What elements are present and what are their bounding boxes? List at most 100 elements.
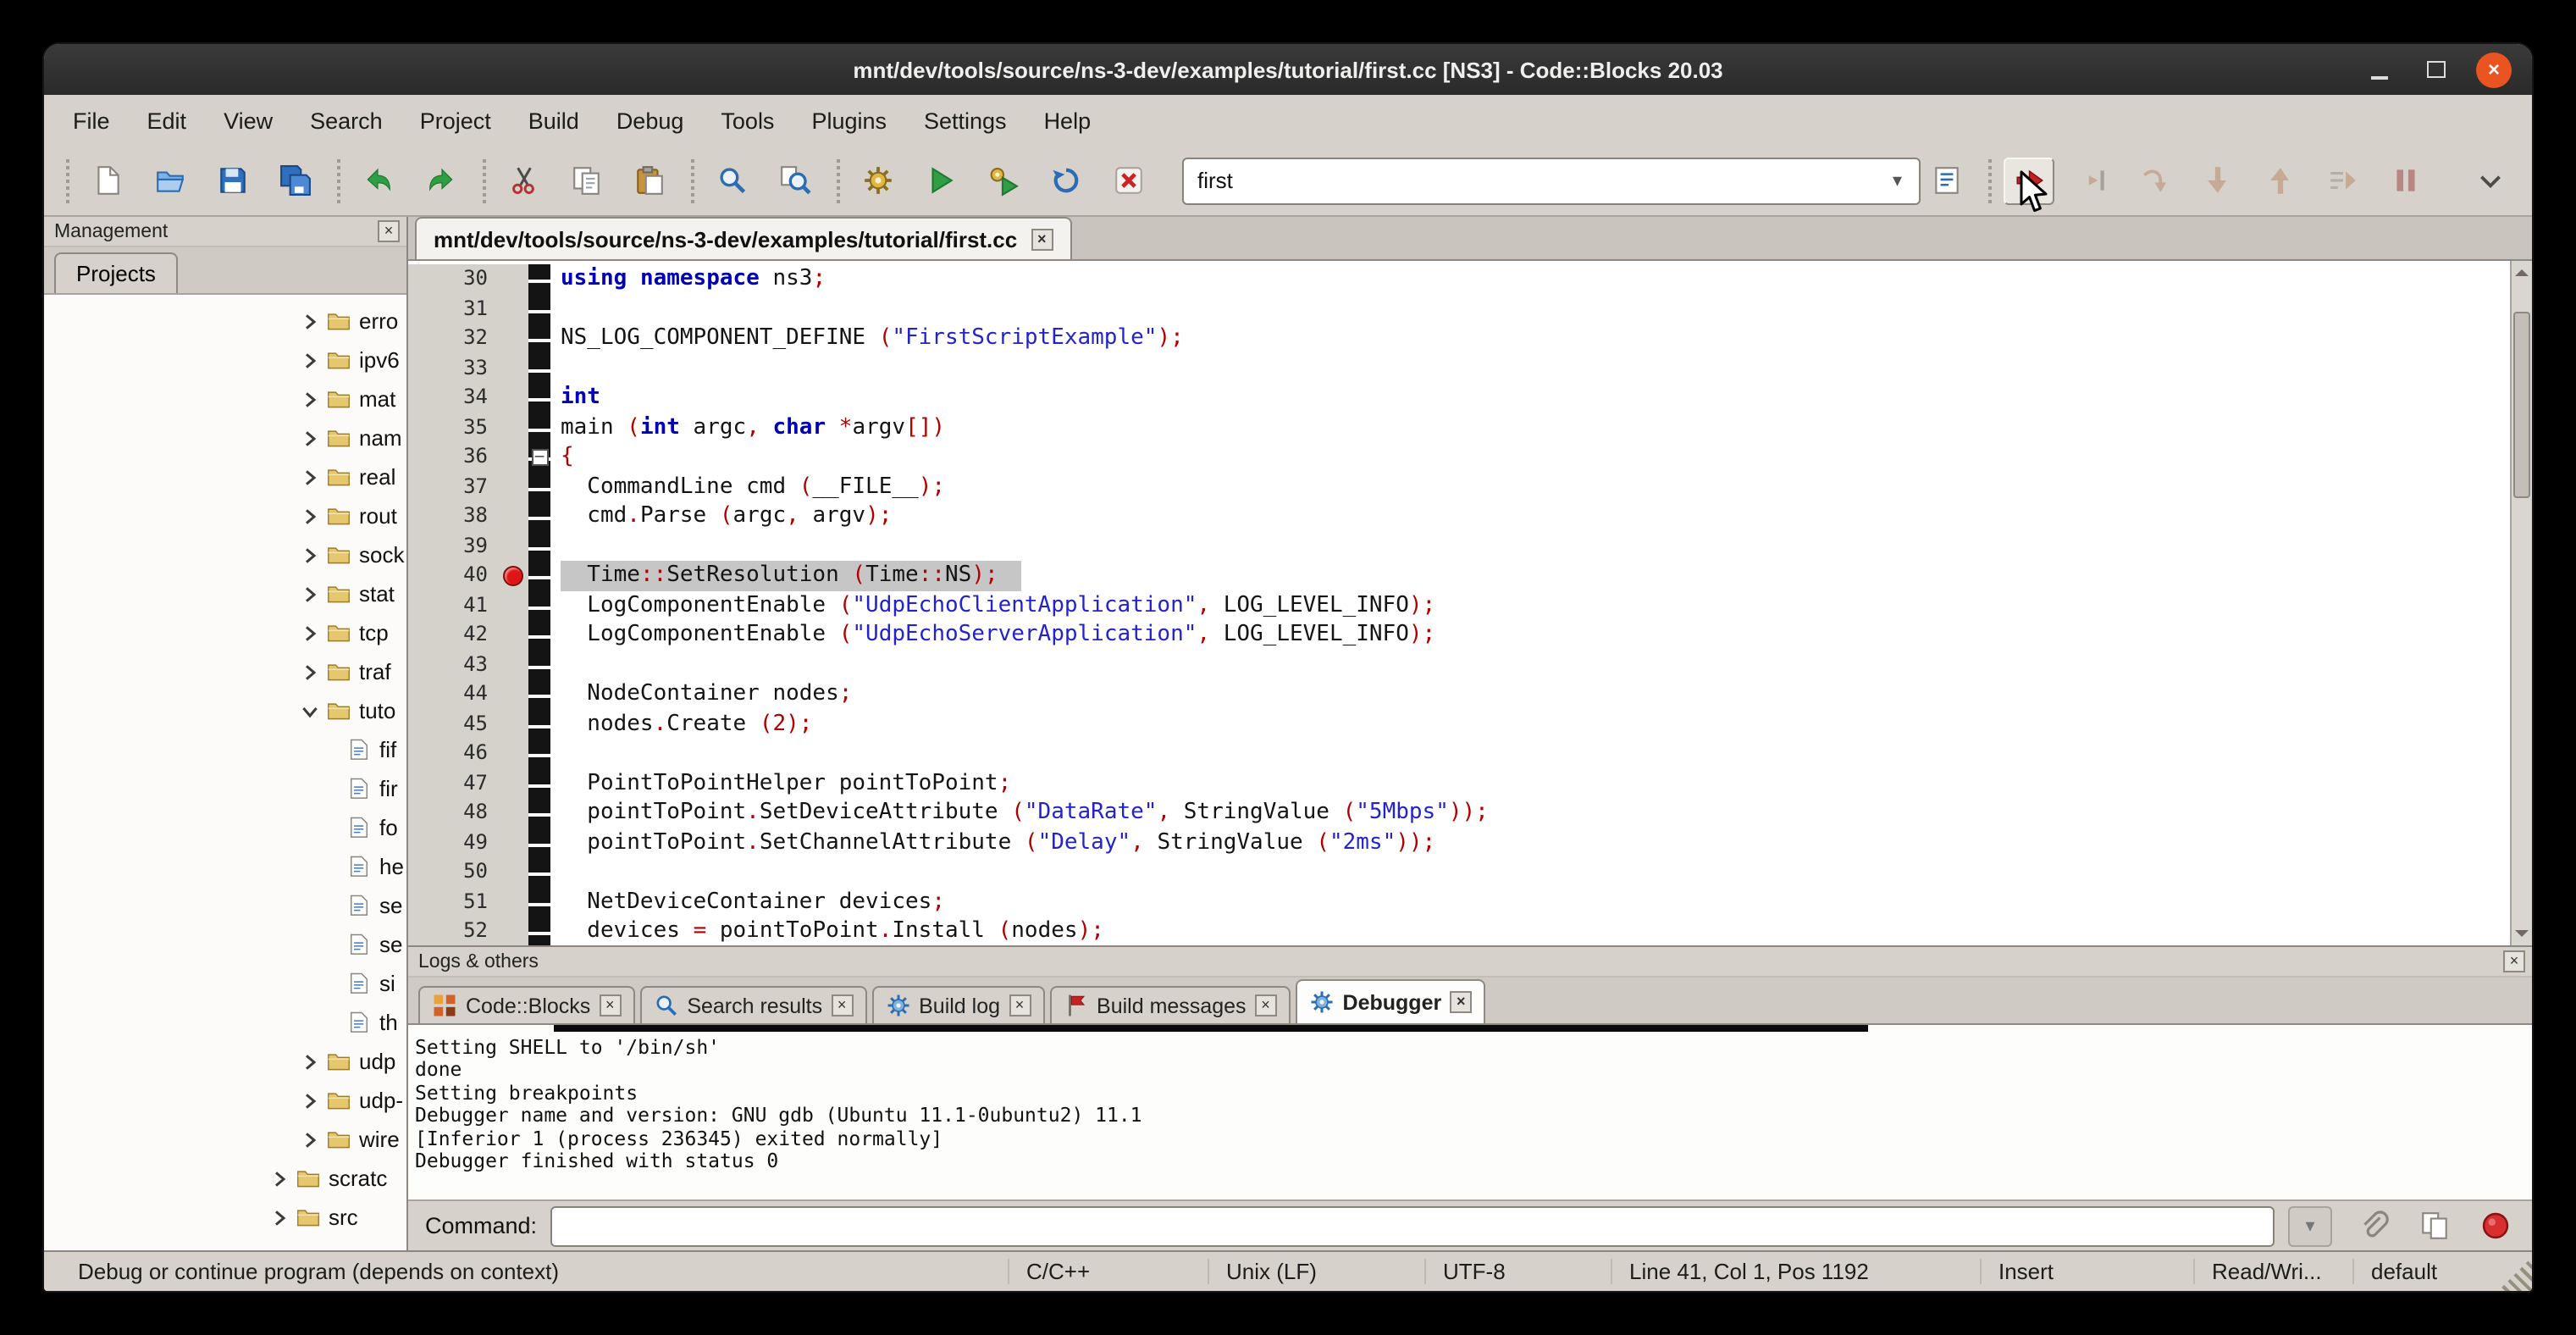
tree-item-sock[interactable]: sock xyxy=(44,535,406,574)
tree-item-fir[interactable]: fir xyxy=(44,769,406,808)
next-instruction-button[interactable] xyxy=(2317,157,2368,204)
breakpoint-margin[interactable] xyxy=(500,650,528,679)
menu-settings[interactable]: Settings xyxy=(905,95,1025,146)
tab-close-button[interactable]: × xyxy=(1009,994,1031,1016)
menu-view[interactable]: View xyxy=(205,95,291,146)
tree-item-se[interactable]: se xyxy=(44,925,406,964)
breakpoint-margin[interactable] xyxy=(500,620,528,650)
editor-tab-first-cc[interactable]: mnt/dev/tools/source/ns-3-dev/examples/t… xyxy=(415,217,1071,259)
breakpoint-margin[interactable] xyxy=(500,472,528,501)
tab-close-button[interactable]: × xyxy=(599,994,621,1016)
menu-plugins[interactable]: Plugins xyxy=(793,95,905,146)
code-text[interactable]: PointToPointHelper pointToPoint; xyxy=(550,768,1011,798)
new-file-button[interactable] xyxy=(81,157,132,204)
next-line-button[interactable] xyxy=(2129,157,2180,204)
tree-item-wire[interactable]: wire xyxy=(44,1120,406,1159)
breakpoint-margin[interactable] xyxy=(500,353,528,383)
scroll-down-arrow-icon[interactable] xyxy=(2512,923,2532,945)
code-text[interactable]: devices = pointToPoint.Install (nodes); xyxy=(550,917,1104,945)
code-text[interactable]: cmd.Parse (argc, argv); xyxy=(550,501,892,531)
code-line-47[interactable]: 47 PointToPointHelper pointToPoint; xyxy=(408,768,2510,798)
code-line-43[interactable]: 43 xyxy=(408,650,2510,679)
breakpoint-margin[interactable] xyxy=(500,857,528,887)
tab-close-button[interactable]: × xyxy=(1255,994,1277,1016)
code-text[interactable] xyxy=(550,353,561,383)
code-text[interactable]: LogComponentEnable ("UdpEchoServerApplic… xyxy=(550,620,1435,650)
tree-item-nam[interactable]: nam xyxy=(44,418,406,457)
code-text[interactable] xyxy=(550,650,561,679)
copy-log-button[interactable] xyxy=(2413,1205,2454,1246)
code-line-35[interactable]: 35main (int argc, char *argv[]) xyxy=(408,413,2510,442)
menu-project[interactable]: Project xyxy=(401,95,510,146)
menu-build[interactable]: Build xyxy=(510,95,598,146)
combo-chevron-icon[interactable]: ▾ xyxy=(1889,169,1905,191)
code-line-30[interactable]: 30using namespace ns3; xyxy=(408,264,2510,294)
titlebar[interactable]: mnt/dev/tools/source/ns-3-dev/examples/t… xyxy=(44,44,2532,95)
code-text[interactable] xyxy=(550,294,561,324)
code-line-31[interactable]: 31 xyxy=(408,294,2510,324)
cut-button[interactable] xyxy=(498,157,549,204)
tree-item-se[interactable]: se xyxy=(44,886,406,925)
code-text[interactable] xyxy=(550,531,561,561)
tree-item-stat[interactable]: stat xyxy=(44,574,406,613)
undo-button[interactable] xyxy=(352,157,403,204)
logs-close-button[interactable]: × xyxy=(2503,950,2525,972)
breakpoint-margin[interactable] xyxy=(500,531,528,561)
breakpoint-margin[interactable] xyxy=(500,887,528,917)
step-into-button[interactable] xyxy=(2192,157,2242,204)
code-text[interactable]: pointToPoint.SetChannelAttribute ("Delay… xyxy=(550,828,1435,857)
logs-tab-search-results[interactable]: Search results× xyxy=(639,986,866,1023)
breakpoint-margin[interactable] xyxy=(500,324,528,353)
breakpoint-margin[interactable] xyxy=(500,264,528,294)
stop-record-button[interactable] xyxy=(2474,1205,2515,1246)
file-list-button[interactable] xyxy=(1921,157,1971,204)
code-line-45[interactable]: 45 nodes.Create (2); xyxy=(408,709,2510,739)
breakpoint-margin[interactable] xyxy=(500,442,528,472)
attach-log-button[interactable] xyxy=(2352,1205,2393,1246)
management-close-button[interactable]: × xyxy=(378,220,400,242)
resize-grip[interactable] xyxy=(2498,1257,2532,1291)
code-text[interactable]: NetDeviceContainer devices; xyxy=(550,887,945,917)
code-line-41[interactable]: 41 LogComponentEnable ("UdpEchoClientApp… xyxy=(408,590,2510,620)
debugger-command-input[interactable] xyxy=(550,1205,2275,1246)
code-line-40[interactable]: 40 Time::SetResolution (Time::NS); xyxy=(408,561,2510,590)
editor-vertical-scrollbar[interactable] xyxy=(2510,261,2532,945)
code-line-38[interactable]: 38 cmd.Parse (argc, argv); xyxy=(408,501,2510,531)
code-line-49[interactable]: 49 pointToPoint.SetChannelAttribute ("De… xyxy=(408,828,2510,857)
code-line-48[interactable]: 48 pointToPoint.SetDeviceAttribute ("Dat… xyxy=(408,798,2510,828)
breakpoint-margin[interactable] xyxy=(500,739,528,768)
code-line-44[interactable]: 44 NodeContainer nodes; xyxy=(408,679,2510,709)
breakpoint-margin[interactable] xyxy=(500,917,528,945)
menu-help[interactable]: Help xyxy=(1025,95,1110,146)
breakpoint-margin[interactable] xyxy=(500,828,528,857)
tree-item-si[interactable]: si xyxy=(44,964,406,1003)
code-line-52[interactable]: 52 devices = pointToPoint.Install (nodes… xyxy=(408,917,2510,945)
breakpoint-margin[interactable] xyxy=(500,590,528,620)
code-text[interactable] xyxy=(550,857,561,887)
code-text[interactable]: LogComponentEnable ("UdpEchoClientApplic… xyxy=(550,590,1435,620)
paste-button[interactable] xyxy=(623,157,674,204)
logs-tab-debugger[interactable]: Debugger× xyxy=(1296,979,1486,1023)
command-history-dropdown[interactable]: ▾ xyxy=(2288,1205,2332,1246)
tree-item-rout[interactable]: rout xyxy=(44,496,406,535)
breakpoint-margin[interactable] xyxy=(500,679,528,709)
tree-item-traf[interactable]: traf xyxy=(44,652,406,691)
copy-button[interactable] xyxy=(561,157,611,204)
menu-edit[interactable]: Edit xyxy=(129,95,206,146)
breakpoint-margin[interactable] xyxy=(500,768,528,798)
maximize-button[interactable] xyxy=(2418,52,2454,87)
tree-item-scratc[interactable]: scratc xyxy=(44,1159,406,1198)
find-in-files-button[interactable] xyxy=(769,157,820,204)
tab-close-button[interactable]: × xyxy=(831,994,853,1016)
close-button[interactable]: × xyxy=(2476,52,2512,87)
step-out-button[interactable] xyxy=(2254,157,2305,204)
breakpoint-margin[interactable] xyxy=(500,294,528,324)
run-to-cursor-button[interactable] xyxy=(2066,157,2117,204)
tree-item-src[interactable]: src xyxy=(44,1198,406,1237)
code-editor[interactable]: 30using namespace ns3;3132NS_LOG_COMPONE… xyxy=(408,261,2532,945)
abort-build-button[interactable] xyxy=(1103,157,1153,204)
tab-close-button[interactable]: × xyxy=(1450,991,1472,1013)
build-target-combo[interactable]: first▾ xyxy=(1182,157,1921,204)
tree-item-udp-[interactable]: udp- xyxy=(44,1081,406,1120)
tree-item-th[interactable]: th xyxy=(44,1003,406,1042)
